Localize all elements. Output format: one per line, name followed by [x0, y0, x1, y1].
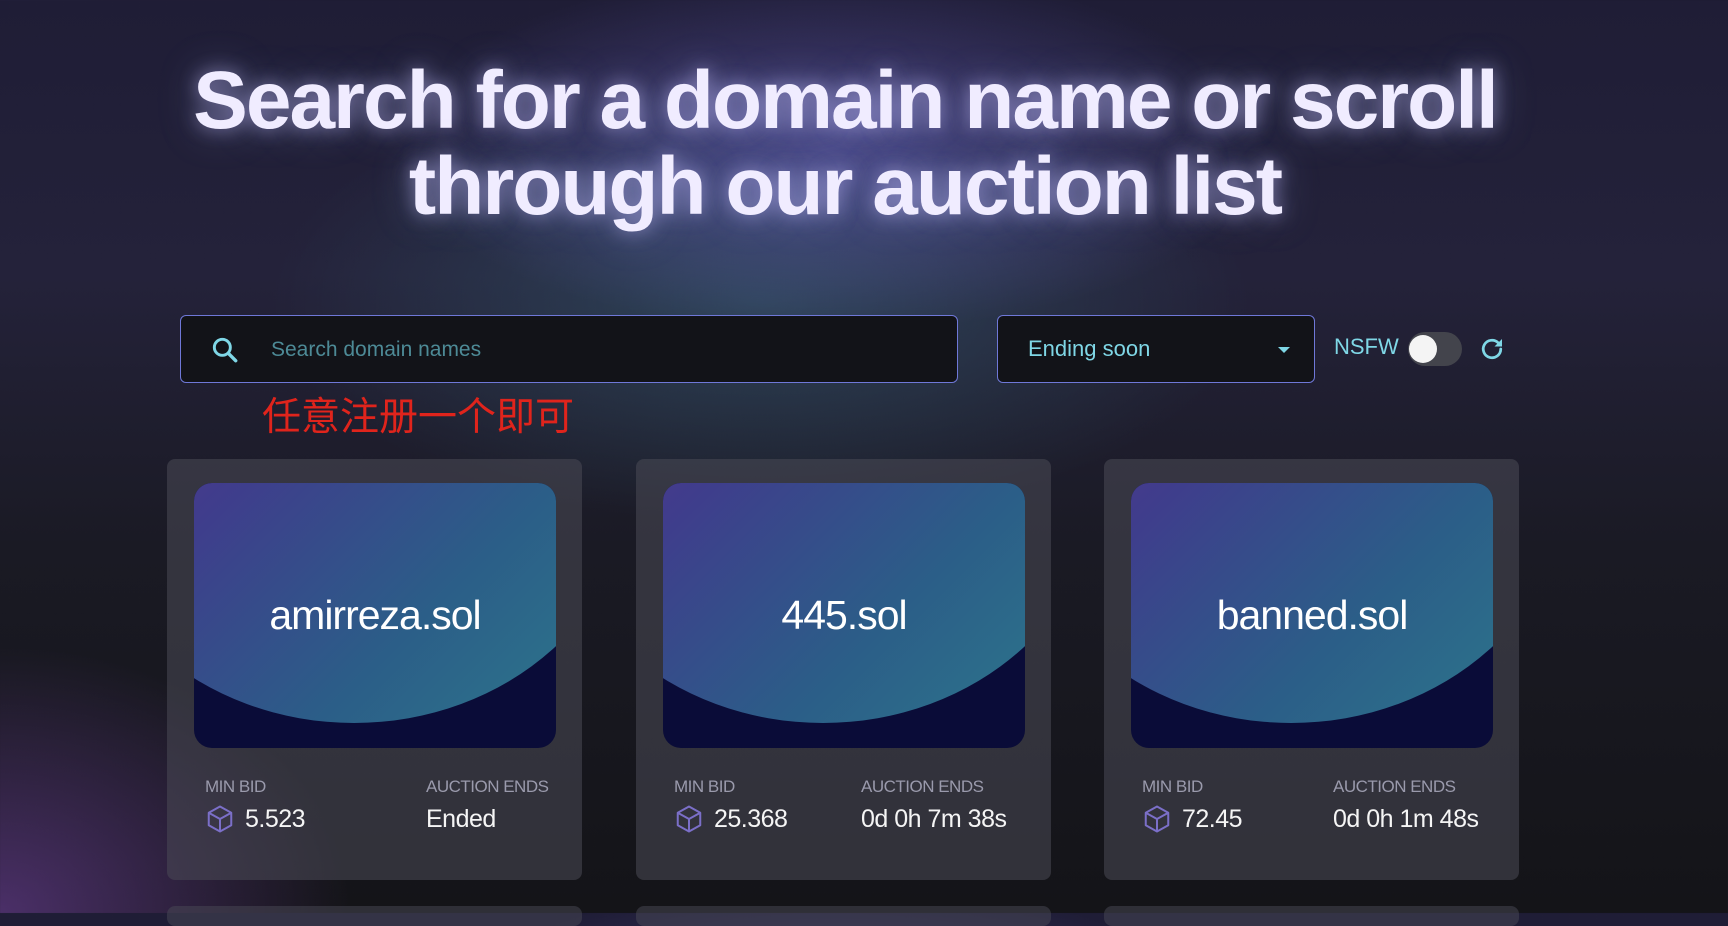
min-bid-label: MIN BID — [205, 777, 266, 796]
title-line-2: through our auction list — [408, 141, 1283, 232]
min-bid-label: MIN BID — [1142, 777, 1203, 796]
auction-ends-value: 0d 0h 1m 48s — [1333, 805, 1479, 833]
domain-name: 445.sol — [781, 592, 907, 638]
sort-selected-value: Ending soon — [1028, 336, 1151, 361]
auction-ends-value: 0d 0h 7m 38s — [861, 805, 1007, 833]
auction-card-partial[interactable] — [636, 906, 1051, 926]
auction-card-partial[interactable] — [167, 906, 582, 926]
min-bid-value: 5.523 — [245, 805, 306, 833]
toggle-knob — [1409, 335, 1437, 363]
search-box[interactable] — [180, 315, 958, 384]
auction-ends-label: AUCTION ENDS — [426, 777, 549, 796]
auction-card-partial[interactable] — [1104, 906, 1519, 926]
domain-name: banned.sol — [1216, 592, 1409, 638]
min-bid-value: 72.45 — [1182, 805, 1243, 833]
domain-name: amirreza.sol — [269, 592, 481, 638]
page-title: Search for a domain name or scroll throu… — [140, 58, 1550, 230]
domain-image: banned.sol — [1131, 483, 1493, 748]
chevron-down-icon — [1278, 347, 1290, 353]
nsfw-toggle[interactable] — [1408, 332, 1462, 366]
auction-ends-label: AUCTION ENDS — [861, 777, 984, 796]
auction-ends-label: AUCTION ENDS — [1333, 777, 1456, 796]
nsfw-label: NSFW — [1334, 334, 1399, 359]
auction-card[interactable]: amirreza.sol MIN BID AUCTION ENDS 5.523 … — [167, 459, 582, 880]
auction-card[interactable]: banned.sol MIN BID AUCTION ENDS 72.45 0d… — [1104, 459, 1519, 880]
domain-image: 445.sol — [663, 483, 1025, 748]
search-input[interactable] — [269, 316, 933, 384]
auction-card[interactable]: 445.sol MIN BID AUCTION ENDS 25.368 0d 0… — [636, 459, 1051, 880]
search-icon — [212, 337, 238, 363]
solana-cube-icon — [207, 805, 233, 833]
min-bid-label: MIN BID — [674, 777, 735, 796]
min-bid-value: 25.368 — [714, 805, 788, 833]
annotation-text: 任意注册一个即可 — [262, 396, 575, 439]
solana-cube-icon — [676, 805, 702, 833]
sort-select[interactable]: Ending soon — [997, 315, 1315, 383]
refresh-icon[interactable] — [1477, 334, 1507, 364]
title-line-1: Search for a domain name or scroll — [193, 55, 1499, 146]
domain-image: amirreza.sol — [194, 483, 556, 748]
auction-ends-value: Ended — [426, 805, 496, 833]
solana-cube-icon — [1144, 805, 1170, 833]
